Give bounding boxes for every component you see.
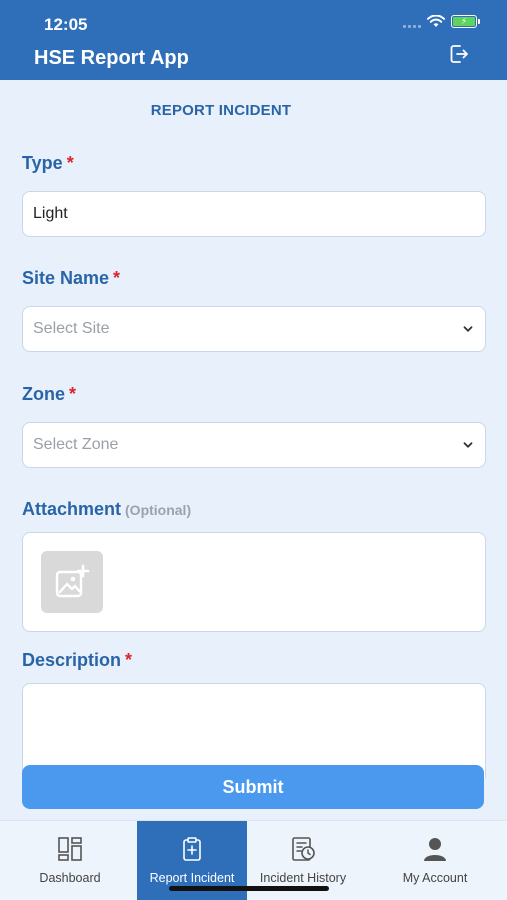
- attachment-label: Attachment (Optional): [22, 499, 192, 519]
- optional-marker: (Optional): [125, 502, 192, 518]
- description-textarea[interactable]: [22, 683, 486, 778]
- battery-icon: ⚡: [451, 15, 480, 28]
- tab-label: Report Incident: [149, 871, 235, 885]
- zone-placeholder: Select Zone: [33, 436, 119, 453]
- type-label: Type *: [22, 153, 74, 173]
- tab-label: My Account: [402, 871, 468, 885]
- site-placeholder: Select Site: [33, 320, 110, 337]
- cellular-signal-icon: [403, 16, 421, 28]
- site-select[interactable]: Select Site: [22, 306, 486, 352]
- type-field[interactable]: Light: [22, 191, 486, 237]
- add-image-button[interactable]: [41, 551, 103, 613]
- chevron-down-icon: [463, 442, 473, 448]
- site-name-label: Site Name *: [22, 268, 121, 288]
- logout-icon[interactable]: [447, 42, 471, 66]
- required-marker: *: [69, 384, 77, 404]
- status-icons: ⚡: [403, 15, 480, 28]
- page-title: REPORT INCIDENT: [150, 102, 292, 119]
- submit-button[interactable]: Submit: [22, 765, 484, 809]
- chevron-down-icon: [463, 326, 473, 332]
- required-marker: *: [113, 268, 121, 288]
- user-icon: [424, 838, 446, 861]
- attachment-box: [22, 532, 486, 632]
- zone-label: Zone *: [22, 384, 77, 404]
- required-marker: *: [66, 153, 74, 173]
- wifi-icon: [427, 15, 445, 27]
- tab-label: Incident History: [259, 871, 347, 885]
- tab-label: Dashboard: [39, 871, 101, 885]
- required-marker: *: [125, 650, 133, 670]
- app-header: 12:05 ⚡ HSE Report App: [0, 0, 507, 80]
- description-label: Description *: [22, 650, 133, 670]
- clipboard-plus-icon: [183, 837, 201, 861]
- add-image-icon: [55, 564, 90, 598]
- history-icon: [292, 837, 315, 861]
- tab-my-account[interactable]: My Account: [381, 821, 489, 900]
- dashboard-icon: [58, 837, 82, 861]
- status-time: 12:05: [44, 15, 88, 34]
- zone-select[interactable]: Select Zone: [22, 422, 486, 468]
- type-value: Light: [33, 205, 68, 222]
- app-title: HSE Report App: [34, 47, 189, 69]
- home-indicator: [169, 886, 329, 891]
- tab-dashboard[interactable]: Dashboard: [14, 821, 126, 900]
